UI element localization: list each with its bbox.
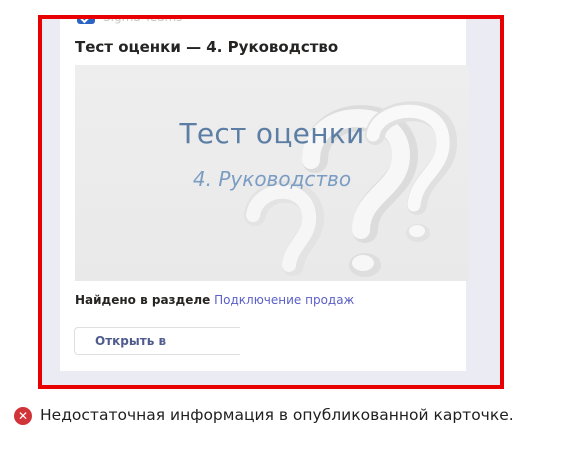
hero-subtitle: 4. Руководство — [192, 167, 352, 191]
error-x-icon: ✕ — [14, 407, 32, 425]
card-title: Тест оценки — 4. Руководство — [75, 38, 339, 56]
found-in-label: Найдено в разделе — [75, 293, 211, 307]
app-name: Sigma Teams — [103, 15, 183, 24]
adaptive-card: Sigma Teams Тест оценки — 4. Руководство… — [60, 15, 469, 371]
open-in-button[interactable]: Открыть в — [74, 327, 240, 355]
button-fade-overlay — [160, 328, 240, 354]
check-app-icon — [77, 19, 95, 24]
found-in-section: Найдено в разделе Подключение продаж — [75, 293, 354, 307]
hero-image: Тест оценки 4. Руководство — [75, 65, 469, 281]
status-message: Недостаточная информация в опубликованно… — [40, 406, 514, 424]
hero-title: Тест оценки — [179, 117, 365, 150]
open-in-button-label: Открыть в — [95, 334, 167, 348]
highlighted-card-frame: Sigma Teams Тест оценки — 4. Руководство… — [38, 15, 504, 389]
section-link[interactable]: Подключение продаж — [214, 293, 354, 307]
